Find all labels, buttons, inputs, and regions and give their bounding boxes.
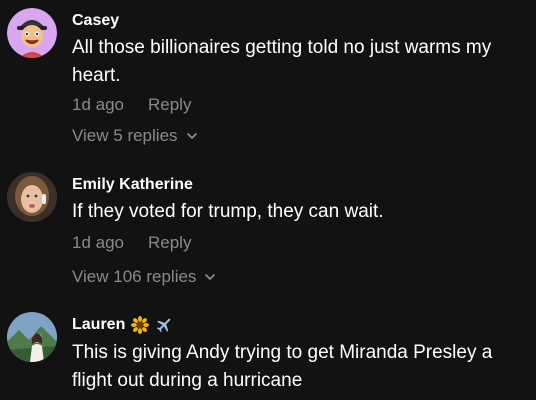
username-label[interactable]: Casey xyxy=(72,12,119,30)
comment-text: If they voted for trump, they can wait. xyxy=(72,201,384,222)
view-replies-button[interactable]: View 5 replies xyxy=(72,126,198,146)
username-label[interactable]: Lauren xyxy=(72,316,125,334)
reply-button[interactable]: Reply xyxy=(148,95,191,114)
chevron-down-icon xyxy=(186,133,197,139)
airplane-icon xyxy=(156,318,171,333)
avatar-casey[interactable] xyxy=(7,8,57,58)
view-replies-label[interactable]: View 106 replies xyxy=(72,267,196,287)
username-emily-katherine[interactable]: Emily Katherine xyxy=(72,176,193,194)
reply-button[interactable]: Reply xyxy=(148,233,191,252)
username-label[interactable]: Emily Katherine xyxy=(72,176,193,194)
view-replies-label[interactable]: View 5 replies xyxy=(72,126,178,146)
comment-meta: 1d ago Reply xyxy=(72,95,191,115)
comment-text: All those billionaires getting told no j… xyxy=(72,37,492,86)
avatar-lauren[interactable] xyxy=(7,312,57,362)
timestamp: 1d ago xyxy=(72,233,124,252)
username-lauren[interactable]: Lauren xyxy=(72,316,173,334)
chevron-down-icon xyxy=(205,274,216,280)
username-casey[interactable]: Casey xyxy=(72,12,119,30)
avatar-emily-katherine[interactable] xyxy=(7,172,57,222)
comment-meta: 1d ago Reply xyxy=(72,233,191,253)
sunflower-icon xyxy=(131,316,150,334)
timestamp: 1d ago xyxy=(72,95,124,114)
comment-text: This is giving Andy trying to get Mirand… xyxy=(72,342,493,391)
view-replies-button[interactable]: View 106 replies xyxy=(72,267,216,287)
